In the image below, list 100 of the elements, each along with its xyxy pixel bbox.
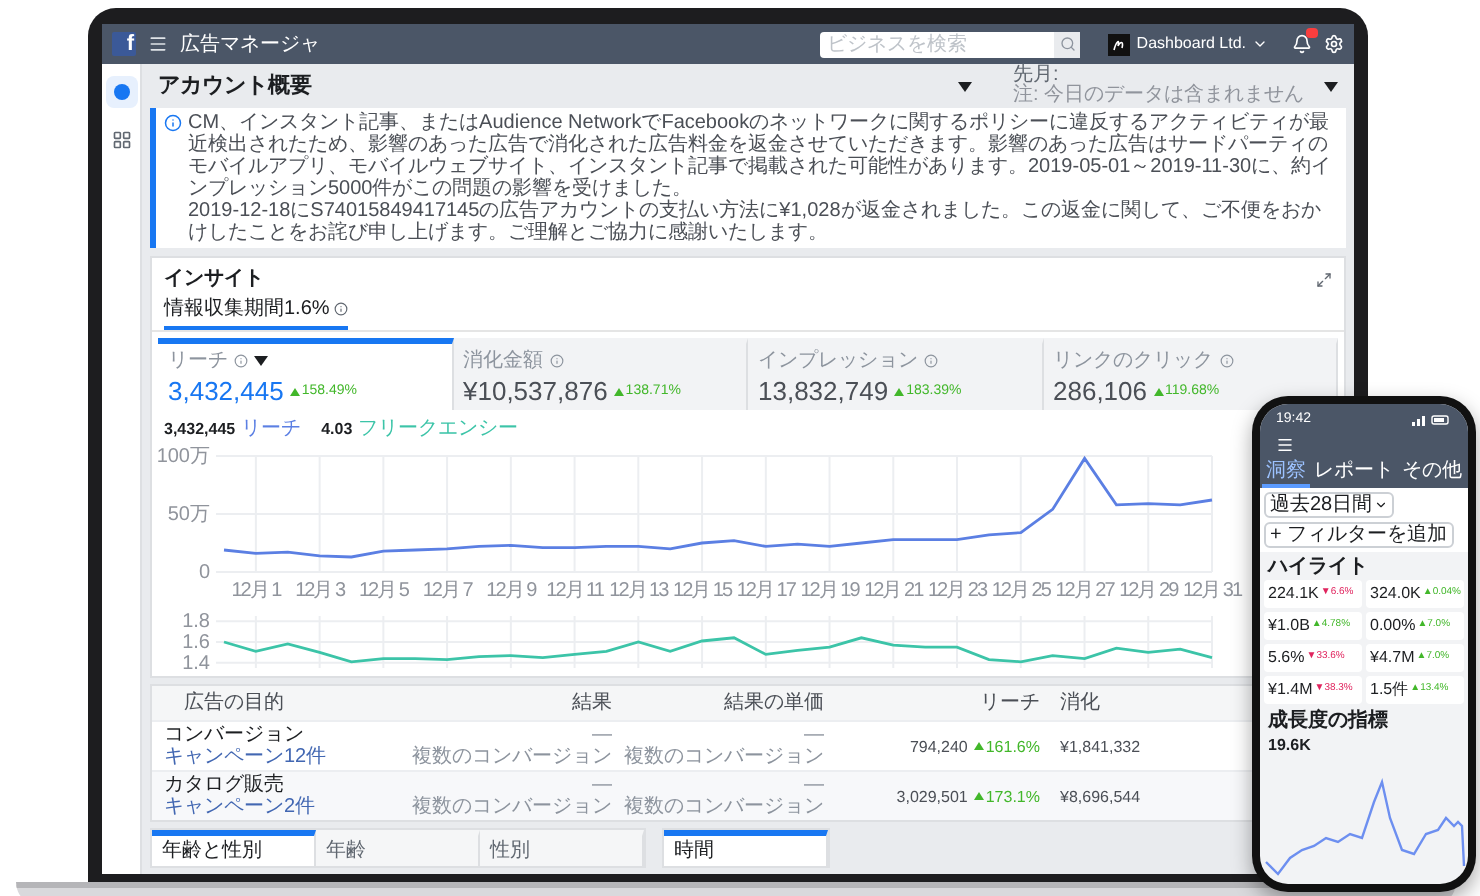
table-cell: 複数のコンバージョン — [624, 746, 824, 768]
up-arrow-icon — [1153, 388, 1163, 396]
metric-value: ¥1.4M — [1268, 679, 1313, 699]
metric-value: 286,106 — [1053, 376, 1147, 408]
notification-icon[interactable] — [1292, 34, 1312, 54]
axis-tick-label: 12月 27 — [1055, 580, 1114, 602]
up-arrow-icon — [973, 792, 984, 800]
insight-tab[interactable]: 情報収集期間1.6% — [164, 294, 348, 330]
column-header: 結果 — [570, 690, 612, 718]
axis-tick-label: 12月 19 — [800, 580, 859, 602]
logo: f — [112, 32, 136, 56]
account-logo-icon — [1108, 33, 1131, 55]
axis-tick-label: 12月 15 — [673, 580, 732, 602]
metric-value: 224.1K — [1268, 583, 1319, 603]
metric-value: 5.6% — [1268, 647, 1305, 667]
period-note: 注: 今日のデータは含まれません — [1012, 86, 1304, 106]
axis-tick-label: 12月 3 — [295, 580, 345, 602]
metric-value: 324.0K — [1370, 583, 1421, 603]
info-icon — [164, 114, 182, 132]
table-cell: ¥8,696,544 — [1060, 785, 1141, 807]
legend-label: リーチ — [241, 416, 302, 444]
phone-tab[interactable]: その他 — [1398, 457, 1466, 487]
metric-value: 19.6K — [1266, 733, 1313, 757]
settings-icon[interactable] — [1324, 34, 1344, 54]
axis-tick-label: 12月 21 — [864, 580, 923, 602]
table-cell-text: カタログ販売 — [164, 774, 286, 796]
caret-icon — [1324, 81, 1338, 91]
column-header: 広告の目的 — [182, 689, 286, 718]
info-icon — [1219, 354, 1233, 368]
metric-value: ¥1.0B — [1268, 615, 1310, 635]
change-value: 173.1% — [985, 785, 1040, 807]
axis-tick-label: 50万 — [167, 504, 210, 526]
axis-tick-label: 12月 29 — [1119, 580, 1178, 602]
axis-tick-label: 12月 1 — [231, 580, 281, 602]
axis-tick-label: 12月 5 — [358, 580, 408, 602]
metric-value: ¥10,537,876 — [463, 376, 608, 408]
campaign-link[interactable]: キャンペーン12件 — [164, 746, 400, 768]
search-field[interactable]: ビジネスを検索 — [820, 31, 1081, 57]
axis-tick-label: 1.4 — [182, 652, 210, 675]
axis-tick-label: 100万 — [156, 446, 210, 468]
period-label: 先月: — [1012, 66, 1059, 86]
table-cell: 794,240 — [909, 735, 968, 757]
chevron-down-icon — [1252, 36, 1268, 52]
section-title: 成長度の指標 — [1266, 706, 1390, 733]
axis-tick-label: 12月 9 — [486, 580, 536, 602]
status-icons — [1412, 414, 1452, 427]
legend-label: フリークエンシー — [358, 416, 519, 444]
menu-icon[interactable] — [148, 34, 168, 54]
table-cell: 複数のコンバージョン — [624, 796, 824, 818]
table-cell: — — [804, 724, 824, 746]
date-filter-chip[interactable]: 過去28日間 — [1264, 491, 1395, 517]
axis-tick-label: 12月 13 — [609, 580, 668, 602]
table-cell: ¥1,841,332 — [1060, 735, 1141, 757]
axis-tick-label: 12月 31 — [1182, 580, 1242, 602]
axis-tick-label: 12月 25 — [991, 580, 1050, 602]
legend-value: 4.03 — [321, 417, 353, 441]
chevron-down-icon — [1374, 497, 1389, 511]
info-icon — [549, 354, 563, 368]
axis-tick-label: 1.8 — [182, 611, 210, 634]
phone-tab[interactable]: レポート — [1310, 457, 1398, 487]
column-header: リーチ — [978, 690, 1040, 718]
notice-text: 2019-12-18にS74015849417145の広告アカウントの支払い方法に¥1,028が返金されました。この返金に関して、ご不便をおかけしたことをお詫び申し上げます。ご理解とご協力に感謝いたします。 — [188, 200, 1323, 244]
up-arrow-icon — [613, 388, 624, 396]
section-title: ハイライト — [1265, 553, 1370, 579]
breakdown-tab[interactable]: 年齢 — [316, 830, 480, 866]
add-filter-chip[interactable]: + フィルターを追加 — [1264, 521, 1454, 547]
search-icon — [1059, 36, 1076, 52]
table-cell-text: コンバージョン — [164, 724, 306, 746]
info-icon — [924, 354, 938, 368]
menu-icon[interactable] — [1276, 435, 1294, 453]
account-switcher[interactable]: Dashboard Ltd. — [1108, 32, 1268, 56]
metric-value: ¥4.7M — [1370, 647, 1415, 667]
axis-tick-label: 1.6 — [182, 632, 210, 654]
table-cell: 複数のコンバージョン — [412, 796, 612, 818]
breakdown-tab[interactable]: 性別 — [480, 830, 644, 866]
metric-value: 1.5件 — [1370, 679, 1409, 699]
column-header: 結果の単価 — [722, 690, 824, 718]
home-nav-button[interactable] — [105, 76, 137, 108]
up-arrow-icon — [289, 388, 300, 396]
expand-icon[interactable] — [1316, 271, 1332, 287]
change-value: 161.6% — [985, 735, 1040, 757]
page-title: アカウント概要 — [158, 71, 312, 102]
grid-icon — [111, 130, 131, 150]
axis-tick-label: 12月 23 — [928, 580, 987, 602]
axis-tick-label: 12月 11 — [546, 580, 603, 602]
breakdown-tab[interactable]: 年齢と性別 — [152, 830, 316, 866]
metric-value: 0.00% — [1370, 615, 1416, 635]
caret-icon — [958, 81, 973, 91]
column-header: 消化 — [1058, 689, 1102, 718]
axis-tick-label: 12月 7 — [422, 580, 472, 602]
notice-text: CM、インスタント記事、またはAudience NetworkでFacebookのネットワークに関するポリシーに違反するアクティビティが最近検出されたため、影響のあった広告で消化された広告料金を返金させていただきます。影響のあった広告はサードパーティのモバイルアプリ、モバイルウェブサイト、インスタント記事で掲載された可能性があります。2019-05-01～2019-11-30に、約インプレッション5000件がこの問題の影響を受けました。 — [188, 112, 1334, 200]
info-icon — [333, 302, 348, 316]
campaign-link[interactable]: キャンペーン2件 — [164, 796, 400, 818]
breakdown-tab[interactable]: 時間 — [664, 830, 828, 866]
table-cell: 複数のコンバージョン — [412, 746, 612, 768]
table-cell: — — [592, 724, 612, 746]
axis-tick-label: 0 — [198, 562, 210, 584]
metric-value: 3,432,445 — [168, 376, 284, 408]
table-cell: 3,029,501 — [896, 785, 968, 807]
metric-value: 13,832,749 — [758, 376, 889, 408]
